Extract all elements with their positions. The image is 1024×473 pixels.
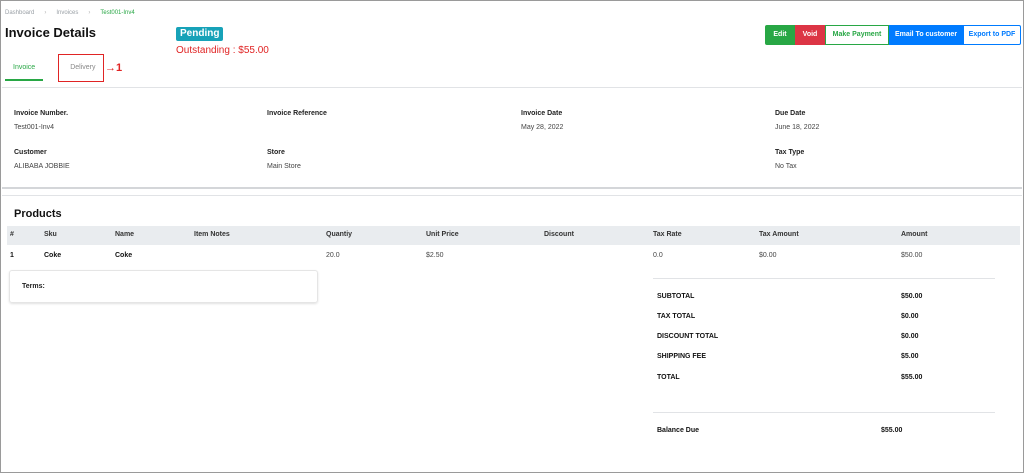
summary-divider (653, 278, 995, 279)
summary-label: DISCOUNT TOTAL (657, 333, 719, 340)
cell-amount: $50.00 (901, 252, 923, 259)
breadcrumb-current: Test001-Inv4 (100, 10, 135, 16)
annotation-callout: →1 (105, 62, 122, 74)
detail-invoice-date: Invoice Date May 28, 2022 (521, 110, 563, 131)
breadcrumb: Dashboard › Invoices › Test001-Inv4 (5, 10, 135, 16)
summary-label: TAX TOTAL (657, 313, 696, 320)
terms-label: Terms: (22, 283, 45, 290)
summary-value: $5.00 (901, 353, 919, 360)
summary-value: $55.00 (881, 427, 903, 434)
column-header-amount: Amount (901, 231, 928, 238)
column-header-number: # (10, 231, 14, 238)
detail-tax-type: Tax Type No Tax (775, 149, 804, 170)
detail-value: ALIBABA JOBBIE (14, 163, 70, 170)
column-header-unit-price: Unit Price (426, 231, 459, 238)
column-header-item-notes: Item Notes (194, 231, 230, 238)
cell-tax-rate: 0.0 (653, 252, 663, 259)
detail-value: June 18, 2022 (775, 124, 820, 131)
summary-value: $55.00 (901, 374, 923, 381)
export-pdf-button[interactable]: Export to PDF (963, 25, 1021, 45)
products-title: Products (14, 208, 62, 220)
detail-label: Tax Type (775, 149, 805, 156)
breadcrumb-separator: › (88, 10, 91, 16)
section-divider (2, 195, 1022, 196)
column-header-discount: Discount (544, 231, 574, 238)
detail-due-date: Due Date June 18, 2022 (775, 110, 819, 131)
summary-value: $0.00 (901, 313, 919, 320)
section-divider (2, 187, 1022, 189)
detail-store: Store Main Store (267, 149, 301, 170)
summary-label: TOTAL (657, 374, 680, 381)
cell-unit-price: $2.50 (426, 252, 444, 259)
column-header-quantity: Quantiy (326, 231, 353, 238)
annotation-highlight-box (58, 54, 104, 82)
products-table-header: # Sku Name Item Notes Quantiy Unit Price… (7, 226, 1020, 245)
terms-card: Terms: (9, 270, 318, 303)
breadcrumb-dashboard[interactable]: Dashboard (5, 10, 34, 16)
table-row: 1 Coke Coke 20.0 $2.50 0.0 $0.00 $50.00 (7, 247, 1020, 265)
summary-label: SHIPPING FEE (657, 353, 707, 360)
arrow-right-icon: → (105, 62, 116, 74)
detail-customer: Customer ALIBABA JOBBIE (14, 149, 70, 170)
section-divider (2, 87, 1022, 88)
cell-tax-amount: $0.00 (759, 252, 777, 259)
summary-label: Balance Due (657, 427, 700, 434)
detail-invoice-reference: Invoice Reference (267, 110, 327, 124)
column-header-name: Name (115, 231, 135, 238)
detail-value: May 28, 2022 (521, 124, 564, 131)
cell-name: Coke (115, 252, 133, 259)
outstanding-amount: Outstanding : $55.00 (176, 45, 269, 56)
column-header-tax-rate: Tax Rate (653, 231, 682, 238)
void-button[interactable]: Void (795, 25, 825, 45)
detail-label: Invoice Number. (14, 110, 69, 117)
cell-quantity: 20.0 (326, 252, 340, 259)
detail-label: Store (267, 149, 285, 156)
summary-value: $50.00 (901, 293, 923, 300)
detail-value: No Tax (775, 163, 797, 170)
detail-label: Customer (14, 149, 47, 156)
tab-invoice[interactable]: Invoice (5, 59, 44, 81)
column-header-tax-amount: Tax Amount (759, 231, 799, 238)
cell-number: 1 (10, 252, 14, 259)
status-badge: Pending (176, 27, 224, 41)
detail-invoice-number: Invoice Number. Test001-Inv4 (14, 110, 68, 131)
detail-value: Test001-Inv4 (14, 124, 55, 131)
detail-label: Invoice Date (521, 110, 563, 117)
invoice-page: Dashboard › Invoices › Test001-Inv4 Invo… (0, 0, 1024, 473)
breadcrumb-separator: › (44, 10, 47, 16)
action-button-group: Edit Void Make Payment Email To customer… (765, 25, 1021, 45)
summary-label: SUBTOTAL (657, 293, 695, 300)
detail-label: Due Date (775, 110, 806, 117)
make-payment-button[interactable]: Make Payment (825, 25, 889, 45)
page-title: Invoice Details (5, 25, 97, 40)
cell-sku: Coke (44, 252, 62, 259)
detail-value: Main Store (267, 163, 301, 170)
summary-divider (653, 412, 995, 413)
summary-value: $0.00 (901, 333, 919, 340)
email-customer-button[interactable]: Email To customer (889, 25, 963, 45)
annotation-number: 1 (116, 62, 123, 74)
column-header-sku: Sku (44, 231, 57, 238)
breadcrumb-invoices[interactable]: Invoices (56, 10, 78, 16)
edit-button[interactable]: Edit (765, 25, 795, 45)
detail-label: Invoice Reference (267, 110, 327, 117)
